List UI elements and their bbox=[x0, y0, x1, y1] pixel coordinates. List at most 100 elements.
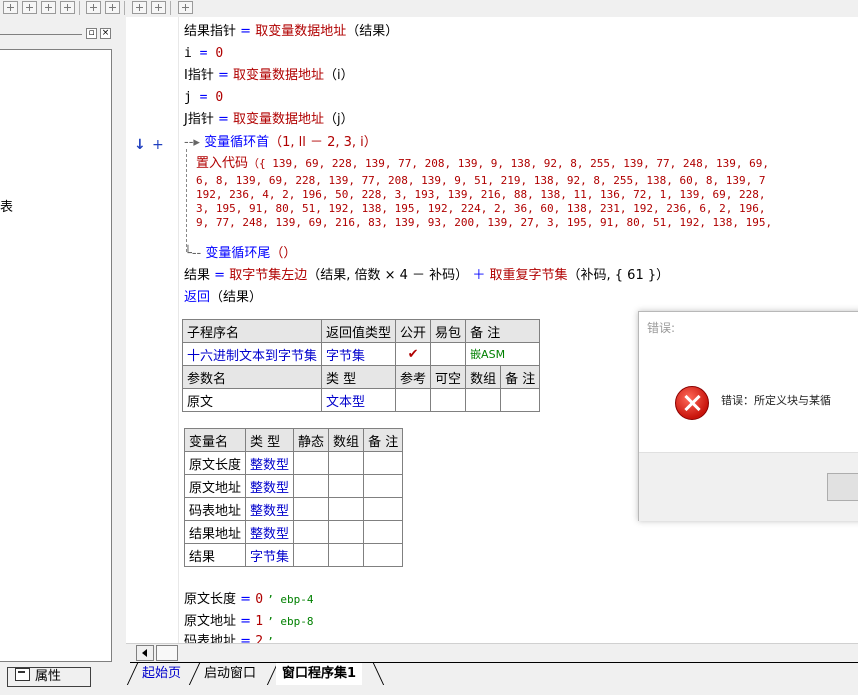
var-type-cell[interactable]: 整数型 bbox=[245, 520, 295, 544]
dialog-footer bbox=[639, 452, 858, 521]
operator: = bbox=[240, 634, 252, 643]
public-checkmark[interactable]: ✔ bbox=[395, 342, 432, 366]
var-note-cell[interactable] bbox=[363, 543, 404, 567]
loop-args: （） bbox=[270, 246, 297, 261]
var-static-cell[interactable] bbox=[293, 497, 330, 521]
same-height-icon[interactable] bbox=[105, 1, 120, 14]
var-name-cell[interactable]: 结果地址 bbox=[183, 520, 247, 544]
align-top-icon[interactable] bbox=[41, 1, 56, 14]
argument: （结果） bbox=[346, 24, 399, 39]
toolbar-separator bbox=[124, 1, 125, 15]
code-line[interactable]: 结果指针 = 取变量数据地址（结果） bbox=[184, 23, 398, 41]
operator: = bbox=[214, 268, 226, 283]
left-panel-body[interactable]: 表 bbox=[0, 49, 112, 662]
param-name-cell[interactable]: 原文 bbox=[181, 388, 323, 412]
var-static-cell[interactable] bbox=[293, 543, 330, 567]
error-dialog: 错误: 错误：所定义块与某循 bbox=[638, 311, 858, 521]
editor-gutter: ↓ + bbox=[126, 17, 179, 643]
code-line[interactable]: i = 0 bbox=[184, 45, 223, 63]
var-name-cell[interactable]: 码表地址 bbox=[183, 497, 247, 521]
code-line[interactable]: j = 0 bbox=[184, 89, 223, 107]
param-ref-cell[interactable] bbox=[395, 388, 432, 412]
table-row[interactable]: 原文地址 整数型 bbox=[183, 474, 404, 498]
col-header: 参考 bbox=[395, 365, 432, 389]
loop-end-line[interactable]: └-- 变量循环尾（） bbox=[184, 245, 296, 263]
var-note-cell[interactable] bbox=[363, 451, 404, 475]
close-icon[interactable]: × bbox=[100, 28, 111, 39]
var-name-cell[interactable]: 结果 bbox=[183, 543, 247, 567]
code-line[interactable]: 返回（结果） bbox=[184, 289, 262, 307]
var-name-cell[interactable]: 原文地址 bbox=[183, 474, 247, 498]
var-array-cell[interactable] bbox=[328, 543, 365, 567]
code-line[interactable]: J指针 = 取变量数据地址（j） bbox=[184, 111, 354, 129]
horizontal-scrollbar[interactable] bbox=[126, 643, 858, 663]
var-type-cell[interactable]: 字节集 bbox=[245, 543, 295, 567]
align-center-icon[interactable] bbox=[22, 1, 37, 14]
align-bottom-icon[interactable] bbox=[60, 1, 75, 14]
expand-plus-icon[interactable]: + bbox=[152, 137, 164, 153]
restore-icon[interactable]: ▫ bbox=[86, 28, 97, 39]
ok-button[interactable] bbox=[827, 473, 858, 501]
properties-icon bbox=[15, 668, 30, 681]
properties-button[interactable]: 属性 bbox=[7, 667, 91, 687]
var-static-cell[interactable] bbox=[293, 520, 330, 544]
code-line[interactable]: I指针 = 取变量数据地址（i） bbox=[184, 67, 354, 85]
function-name: 取变量数据地址 bbox=[233, 112, 325, 127]
var-note-cell[interactable] bbox=[363, 497, 404, 521]
var-static-cell[interactable] bbox=[293, 474, 330, 498]
table-row[interactable]: 原文长度 整数型 bbox=[183, 451, 404, 475]
asm-line[interactable]: 置入代码（{ 139, 69, 228, 139, 77, 208, 139, … bbox=[196, 155, 769, 173]
var-type-cell[interactable]: 整数型 bbox=[245, 451, 295, 475]
code-line[interactable]: 原文地址 = 1 ’ ebp-8 bbox=[184, 613, 314, 631]
v-spacing-icon[interactable] bbox=[151, 1, 166, 14]
panel-text-fragment: 表 bbox=[0, 200, 14, 215]
sub-note-cell[interactable]: 嵌ASM bbox=[465, 342, 541, 366]
asm-line[interactable]: 9, 77, 248, 139, 69, 216, 83, 139, 93, 2… bbox=[196, 217, 772, 235]
param-type-cell[interactable]: 文本型 bbox=[321, 388, 397, 412]
center-window-icon[interactable] bbox=[178, 1, 193, 14]
col-header: 子程序名 bbox=[181, 319, 323, 343]
align-grid-icon[interactable] bbox=[3, 1, 18, 14]
var-array-cell[interactable] bbox=[328, 497, 365, 521]
code-line[interactable]: 原文长度 = 0 ’ ebp-4 bbox=[184, 591, 314, 609]
loop-start-keyword: 变量循环首 bbox=[204, 135, 270, 150]
loop-start-line[interactable]: --▸ 变量循环首（1, ll － 2, 3, i） bbox=[184, 134, 377, 152]
var-type-cell[interactable]: 整数型 bbox=[245, 497, 295, 521]
variable: j bbox=[184, 90, 192, 105]
var-static-cell[interactable] bbox=[293, 451, 330, 475]
var-array-cell[interactable] bbox=[328, 520, 365, 544]
variable: 码表地址 bbox=[184, 634, 237, 643]
tab-window-assembly[interactable]: 窗口程序集1 bbox=[276, 663, 363, 685]
pkg-cell[interactable] bbox=[430, 342, 467, 366]
scroll-thumb[interactable] bbox=[156, 645, 178, 661]
scroll-left-icon[interactable] bbox=[136, 645, 154, 661]
tab-start-page[interactable]: 起始页 bbox=[136, 663, 187, 685]
sub-name-cell[interactable]: 十六进制文本到字节集 bbox=[181, 342, 323, 366]
var-name-cell[interactable]: 原文长度 bbox=[183, 451, 247, 475]
code-line[interactable]: 结果 = 取字节集左边（结果, 倍数 × 4 － 补码） ＋ 取重复字节集（补码… bbox=[184, 267, 669, 285]
table-row[interactable]: 码表地址 整数型 bbox=[183, 497, 404, 521]
sub-type-cell[interactable]: 字节集 bbox=[321, 342, 397, 366]
loop-arrow-icon: --▸ bbox=[184, 135, 200, 150]
table-row[interactable]: 结果地址 整数型 bbox=[183, 520, 404, 544]
function-name: 取变量数据地址 bbox=[255, 24, 347, 39]
var-array-cell[interactable] bbox=[328, 451, 365, 475]
h-spacing-icon[interactable] bbox=[132, 1, 147, 14]
var-note-cell[interactable] bbox=[363, 474, 404, 498]
param-array-cell[interactable] bbox=[465, 388, 502, 412]
var-type-cell[interactable]: 整数型 bbox=[245, 474, 295, 498]
param-note-cell[interactable] bbox=[500, 388, 541, 412]
same-width-icon[interactable] bbox=[86, 1, 101, 14]
loop-args: （1, ll － 2, 3, i） bbox=[269, 135, 377, 150]
variable: 结果 bbox=[184, 268, 211, 283]
col-header: 备 注 bbox=[465, 319, 541, 343]
tab-startup-window[interactable]: 启动窗口 bbox=[198, 663, 262, 685]
table-row[interactable]: 结果 字节集 bbox=[183, 543, 404, 567]
code-line-partial[interactable]: 码表地址 = 2 ’ ... bbox=[184, 633, 300, 643]
number: 1 bbox=[255, 614, 264, 629]
operator: ＋ bbox=[472, 268, 486, 283]
panel-splitter[interactable] bbox=[118, 17, 126, 695]
param-nullable-cell[interactable] bbox=[430, 388, 467, 412]
var-array-cell[interactable] bbox=[328, 474, 365, 498]
var-note-cell[interactable] bbox=[363, 520, 404, 544]
